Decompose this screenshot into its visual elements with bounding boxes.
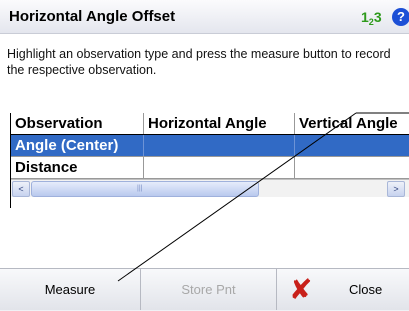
cell-vertical-angle [295, 157, 409, 178]
window-title: Horizontal Angle Offset [9, 8, 176, 25]
close-button-label: Close [349, 282, 383, 297]
column-header-observation[interactable]: Observation [11, 113, 144, 134]
close-button[interactable]: ✘ Close [277, 269, 409, 310]
cell-vertical-angle [295, 135, 409, 156]
scrollbar-thumb[interactable]: ||| [31, 181, 259, 197]
input-mode-icon[interactable]: 123 [361, 9, 382, 27]
cell-horizontal-angle [144, 135, 295, 156]
instruction-text: Highlight an observation type and press … [7, 47, 391, 77]
scroll-left-arrow-icon[interactable]: < [12, 181, 30, 197]
table-row-distance[interactable]: Distance [11, 157, 409, 179]
title-bar: Horizontal Angle Offset 123 ? [0, 0, 409, 34]
input-mode-digit-3: 3 [373, 9, 382, 25]
cell-horizontal-angle [144, 157, 295, 178]
scrollbar-grip-icon: ||| [137, 185, 143, 192]
store-point-button[interactable]: Store Pnt [141, 269, 277, 310]
button-bar: Measure Store Pnt ✘ Close [0, 268, 409, 311]
measure-button[interactable]: Measure [0, 269, 141, 310]
help-icon[interactable]: ? [392, 8, 409, 26]
column-header-horizontal-angle[interactable]: Horizontal Angle [144, 113, 295, 134]
input-mode-digit-1: 1 [361, 9, 369, 25]
scroll-right-arrow-icon[interactable]: > [387, 181, 405, 197]
cell-observation: Distance [11, 157, 144, 178]
column-header-vertical-angle[interactable]: Vertical Angle [295, 113, 409, 134]
close-x-icon: ✘ [289, 274, 313, 305]
horizontal-scrollbar[interactable]: < ||| > [11, 179, 409, 197]
observation-table: Observation Horizontal Angle Vertical An… [10, 113, 409, 208]
table-header: Observation Horizontal Angle Vertical An… [11, 113, 409, 135]
cell-observation: Angle (Center) [11, 135, 144, 156]
table-row-angle-center[interactable]: Angle (Center) [11, 135, 409, 157]
